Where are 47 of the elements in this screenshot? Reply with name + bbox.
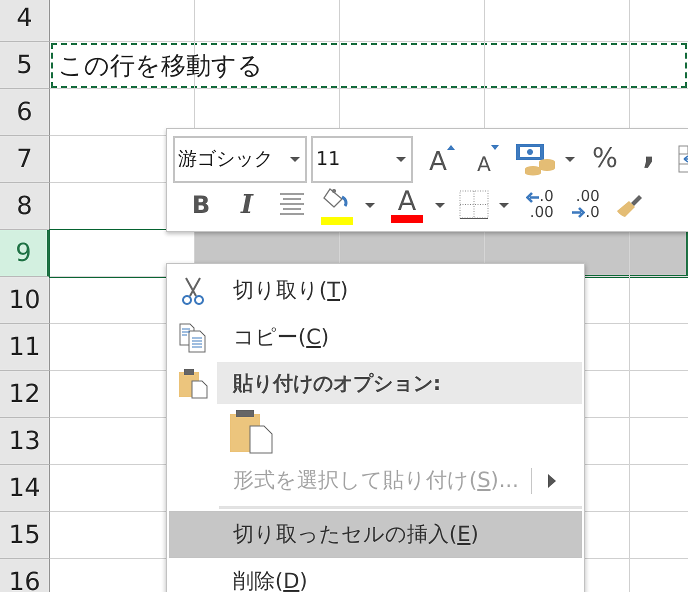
cell[interactable] [485, 0, 630, 42]
percent-button[interactable]: % [585, 139, 625, 179]
bold-button[interactable]: B [181, 185, 221, 225]
decrease-decimal-button[interactable]: .00 .0 [565, 185, 607, 225]
banknote-coins-icon [515, 142, 557, 176]
row-header[interactable]: 13 [0, 418, 50, 465]
cell[interactable] [340, 0, 485, 42]
font-color-button[interactable]: A [385, 185, 429, 225]
row-header[interactable]: 7 [0, 136, 50, 183]
font-size-dropdown[interactable]: 11 [311, 136, 413, 182]
row-header[interactable]: 10 [0, 277, 50, 324]
up-triangle-icon [446, 145, 455, 150]
down-triangle-icon [490, 145, 499, 150]
row-header[interactable]: 12 [0, 371, 50, 418]
grid-icon [459, 190, 489, 220]
font-name-dropdown[interactable]: 游ゴシック [173, 136, 307, 182]
right-arrow-icon [572, 207, 586, 218]
row-header[interactable]: 5 [0, 42, 50, 89]
comma-style-button[interactable]: , [629, 139, 669, 179]
row-header[interactable]: 11 [0, 324, 50, 371]
italic-button[interactable]: I [225, 185, 269, 225]
menu-item[interactable]: 削除(D) [169, 558, 582, 592]
caret-icon [290, 156, 300, 162]
paste-button[interactable] [229, 407, 273, 455]
caret-icon [396, 156, 406, 162]
menu-item[interactable]: 切り取り(T) [169, 267, 582, 314]
cell[interactable] [195, 0, 340, 42]
clipboard-icon [178, 367, 208, 399]
row-header[interactable]: 6 [0, 89, 50, 136]
menu-section-header: 貼り付けのオプション: [217, 362, 582, 404]
row-header[interactable]: 14 [0, 465, 50, 512]
scissors-icon [180, 276, 206, 306]
left-arrow-icon [526, 192, 540, 203]
menu-item[interactable]: 切り取ったセルの挿入(E) [169, 511, 582, 558]
row-header[interactable]: 9 [0, 230, 50, 277]
cell[interactable] [50, 0, 195, 42]
copy-icon [179, 322, 207, 352]
row-header[interactable]: 16 [0, 559, 50, 592]
row-header[interactable]: 8 [0, 183, 50, 230]
active-cell[interactable] [50, 230, 195, 277]
row-header[interactable]: 15 [0, 512, 50, 559]
row-header[interactable]: 4 [0, 0, 50, 42]
cell-text: この行を移動する [58, 50, 263, 82]
decrease-font-size-button[interactable]: A [467, 139, 509, 179]
menu-item[interactable]: コピー(C) [169, 314, 582, 361]
increase-font-size-button[interactable]: A [421, 139, 463, 179]
increase-decimal-button[interactable]: .0 .00 [519, 185, 561, 225]
